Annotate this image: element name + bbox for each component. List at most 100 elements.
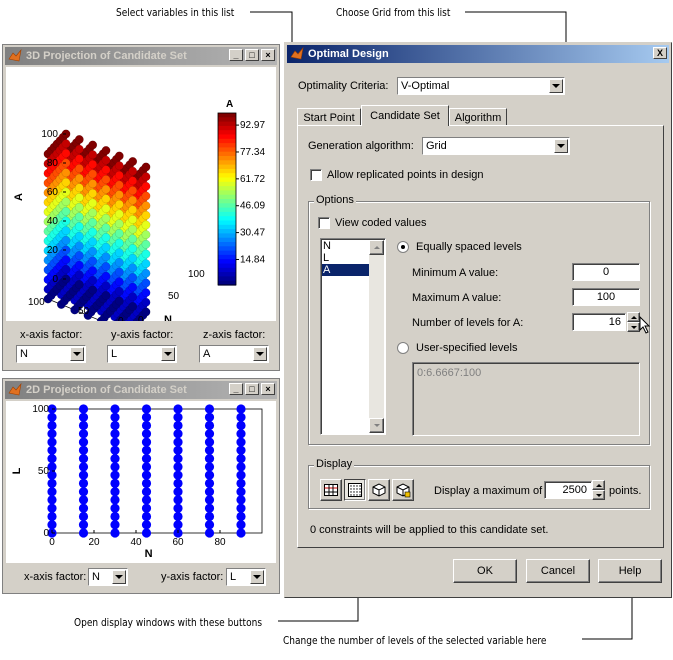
list-item-n[interactable]: N: [322, 240, 369, 252]
max-value-input[interactable]: 100: [572, 288, 640, 306]
list-scrollbar[interactable]: [369, 240, 384, 433]
allow-replicated-checkbox[interactable]: [310, 169, 322, 181]
scatter-point: [236, 429, 246, 439]
equally-spaced-radio[interactable]: [397, 241, 409, 253]
ok-button[interactable]: OK: [453, 559, 517, 583]
scatter-point: [173, 412, 183, 422]
display-table-button[interactable]: [320, 479, 342, 501]
display-max-input[interactable]: 2500: [544, 481, 592, 499]
scatter-point: [88, 237, 98, 247]
view-coded-label: View coded values: [335, 217, 427, 229]
stepper-up-icon[interactable]: [592, 480, 605, 490]
scatter-point: [101, 281, 111, 291]
scatter-point: [114, 286, 124, 296]
colorbar-segment: [218, 121, 236, 127]
view-coded-checkbox[interactable]: [318, 217, 330, 229]
close-icon[interactable]: ×: [261, 383, 275, 395]
stepper-down-icon[interactable]: [592, 490, 605, 500]
x-tick-label: 40: [130, 537, 142, 548]
minimize-icon[interactable]: _: [229, 383, 243, 395]
scatter-point: [173, 454, 183, 464]
title-bar-dialog[interactable]: Optimal Design X: [287, 45, 669, 63]
variable-list[interactable]: N L A: [320, 238, 386, 435]
min-value-label: Minimum A value:: [412, 267, 499, 279]
l-tick-label: 100: [28, 297, 45, 308]
scatter-point: [61, 197, 71, 207]
y-factor-select[interactable]: L: [107, 345, 177, 363]
display-3d-colored-button[interactable]: [392, 479, 414, 501]
help-button[interactable]: Help: [598, 559, 662, 583]
plot-area-2d: 100 50 0 0 20 40 60 80 L N: [6, 401, 276, 563]
scatter-point: [47, 420, 57, 431]
scatter-point: [88, 198, 98, 208]
scatter-point: [114, 199, 124, 209]
l-tick-label: 50: [78, 306, 90, 317]
scatter-point: [236, 445, 246, 455]
y-factor-select[interactable]: L: [226, 568, 266, 586]
chevron-down-icon[interactable]: [161, 347, 175, 361]
tab-candidate-set[interactable]: Candidate Set: [361, 105, 449, 126]
tab-start-point[interactable]: Start Point: [297, 108, 361, 126]
scatter-point: [114, 170, 124, 180]
display-2d-button[interactable]: [344, 479, 366, 501]
colorbar-segment: [218, 259, 236, 265]
user-levels-input[interactable]: 0:6.6667:100: [412, 362, 640, 436]
list-item-l[interactable]: L: [322, 252, 369, 264]
scatter-point: [173, 495, 183, 505]
tab-algorithm[interactable]: Algorithm: [449, 108, 507, 126]
chevron-down-icon[interactable]: [250, 570, 264, 584]
scatter-point: [78, 412, 89, 422]
x-factor-select[interactable]: N: [88, 568, 128, 586]
scatter-point: [173, 429, 183, 439]
close-icon[interactable]: ×: [261, 49, 275, 61]
scatter-point: [78, 429, 89, 439]
display-3d-button[interactable]: [368, 479, 390, 501]
colorbar-segment: [218, 267, 236, 273]
x-tick-label: 0: [49, 537, 55, 548]
factor-row-2d: x-axis factor: N y-axis factor: L: [6, 563, 276, 591]
title-bar-3d[interactable]: 3D Projection of Candidate Set _ □ ×: [5, 47, 277, 65]
maximize-icon[interactable]: □: [245, 383, 259, 395]
chevron-down-icon[interactable]: [554, 139, 568, 153]
z-tick-label: 80: [47, 158, 59, 169]
scatter-point: [74, 280, 84, 289]
chevron-down-icon[interactable]: [70, 347, 84, 361]
close-icon[interactable]: X: [653, 47, 667, 59]
z-factor-select[interactable]: A: [199, 345, 269, 363]
scatter-point: [173, 462, 183, 472]
list-item-a[interactable]: A: [322, 264, 369, 276]
maximize-icon[interactable]: □: [245, 49, 259, 61]
minimize-icon[interactable]: _: [229, 49, 243, 61]
display-max-stepper[interactable]: [592, 480, 605, 500]
scatter-point: [114, 257, 124, 267]
scatter-point: [236, 487, 246, 497]
chevron-down-icon[interactable]: [253, 347, 267, 361]
scatter-point: [141, 297, 151, 307]
scroll-down-icon[interactable]: [369, 418, 384, 433]
scatter-point: [141, 503, 152, 513]
scroll-up-icon[interactable]: [369, 240, 384, 255]
levels-input[interactable]: 16: [572, 313, 626, 331]
scatter-point: [204, 511, 215, 522]
scatter-point: [236, 495, 246, 505]
scatter-point: [47, 437, 57, 447]
scatter-point: [88, 188, 98, 198]
scatter-point: [110, 511, 120, 522]
chevron-down-icon[interactable]: [549, 79, 563, 93]
optimality-criteria-select[interactable]: V-Optimal: [397, 77, 565, 95]
scatter-point: [88, 256, 98, 266]
window-title: 2D Projection of Candidate Set: [26, 384, 187, 396]
generation-algorithm-select[interactable]: Grid: [422, 137, 570, 155]
cube-icon: [372, 483, 386, 497]
scatter-point: [78, 520, 89, 530]
axis-label-a: A: [13, 193, 25, 201]
x-factor-select[interactable]: N: [16, 345, 86, 363]
cancel-button[interactable]: Cancel: [526, 559, 590, 583]
scatter-point: [78, 528, 89, 538]
user-specified-radio[interactable]: [397, 342, 409, 354]
scatter-point: [74, 251, 84, 260]
scatter-point: [61, 255, 71, 265]
min-value-input[interactable]: 0: [572, 263, 640, 281]
title-bar-2d[interactable]: 2D Projection of Candidate Set _ □ ×: [5, 381, 277, 399]
chevron-down-icon[interactable]: [112, 570, 126, 584]
